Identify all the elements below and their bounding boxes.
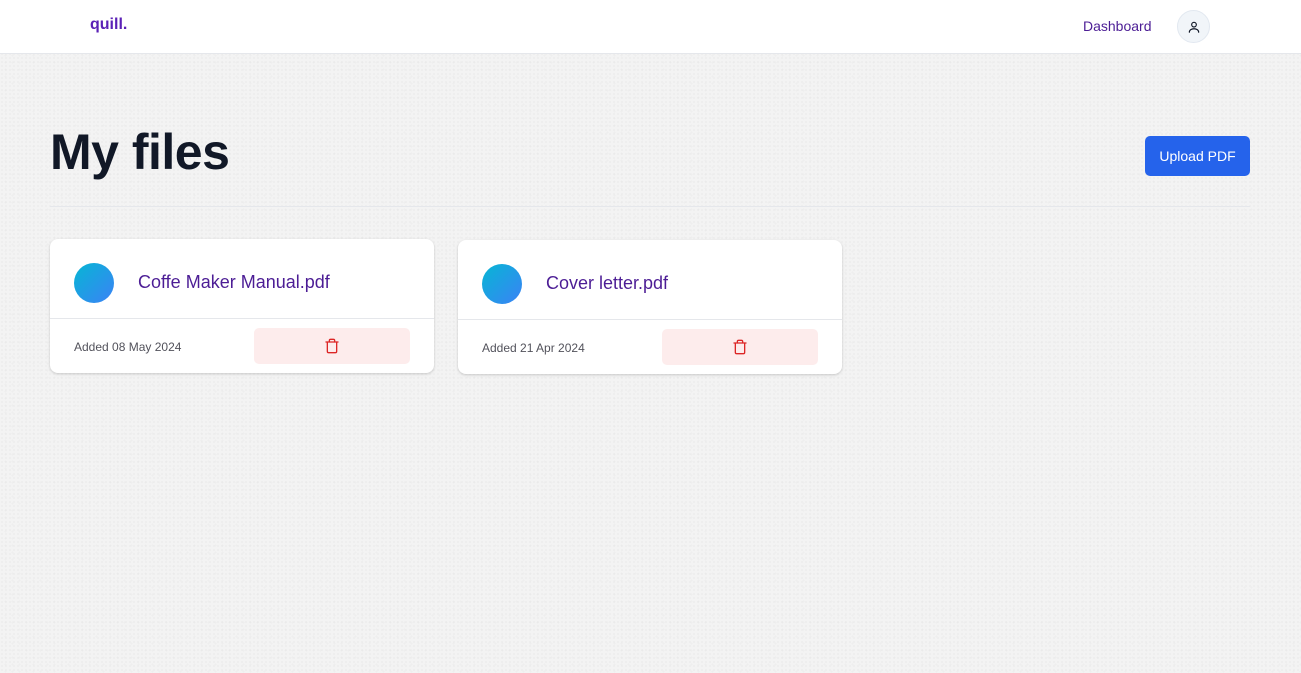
- user-avatar-button[interactable]: [1177, 10, 1210, 43]
- trash-icon: [325, 338, 339, 354]
- header-divider: [50, 206, 1250, 207]
- page-title: My files: [50, 124, 230, 180]
- file-card-link[interactable]: Coffe Maker Manual.pdf: [50, 239, 434, 319]
- file-card-link[interactable]: Cover letter.pdf: [458, 240, 842, 320]
- file-name: Cover letter.pdf: [546, 273, 669, 293]
- dashboard-link[interactable]: Dashboard: [1083, 18, 1152, 34]
- file-added-date: Added 08 May 2024: [74, 340, 182, 354]
- trash-icon: [733, 339, 747, 355]
- file-name: Coffe Maker Manual.pdf: [138, 272, 330, 292]
- top-navbar: quill. Dashboard: [0, 0, 1301, 54]
- file-added-date: Added 21 Apr 2024: [482, 341, 585, 355]
- delete-file-button[interactable]: [254, 328, 410, 364]
- app-logo[interactable]: quill.: [90, 16, 127, 34]
- file-card: Cover letter.pdf Added 21 Apr 2024: [458, 240, 842, 374]
- file-card: Coffe Maker Manual.pdf Added 08 May 2024: [50, 239, 434, 373]
- upload-pdf-button[interactable]: Upload PDF: [1145, 136, 1250, 176]
- user-icon: [1188, 21, 1199, 33]
- delete-file-button[interactable]: [662, 329, 818, 365]
- file-avatar: [74, 263, 114, 303]
- file-avatar: [482, 264, 522, 304]
